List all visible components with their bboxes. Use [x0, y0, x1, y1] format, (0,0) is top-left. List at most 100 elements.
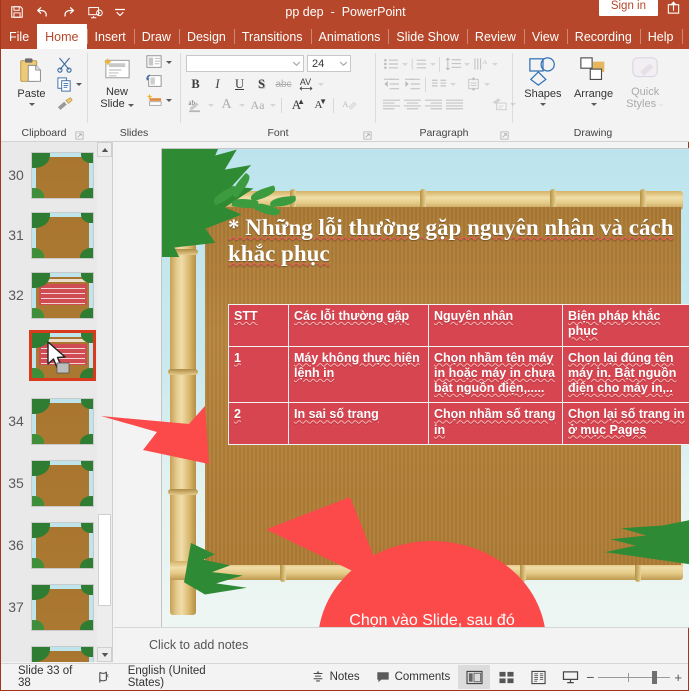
save-icon[interactable]: [5, 1, 29, 23]
layout-button[interactable]: [145, 54, 172, 70]
font-size-chevron-down-icon[interactable]: [339, 59, 348, 68]
font-color-caret-icon[interactable]: [239, 103, 245, 107]
bullets-caret-icon[interactable]: [402, 62, 408, 66]
section-button[interactable]: [145, 92, 172, 108]
undo-icon[interactable]: [31, 1, 55, 23]
tab-recording[interactable]: Recording: [566, 24, 640, 49]
slide-thumbnail-37[interactable]: [31, 583, 94, 631]
redo-icon[interactable]: [57, 1, 81, 23]
language-indicator[interactable]: English (United States): [120, 664, 241, 691]
underline-button[interactable]: U: [230, 75, 249, 93]
tab-insert[interactable]: Insert: [86, 24, 134, 49]
notes-button[interactable]: Notes: [303, 664, 368, 691]
shapes-caret-icon[interactable]: [539, 103, 546, 106]
line-spacing-caret-icon[interactable]: [464, 62, 470, 66]
decrease-font-size-button[interactable]: A ▼: [309, 96, 328, 114]
zoom-knob[interactable]: [652, 670, 658, 684]
copy-dropdown-caret-icon[interactable]: [76, 83, 82, 86]
slide-thumbnail-30[interactable]: [31, 151, 94, 199]
notes-pane[interactable]: Click to add notes: [114, 627, 688, 662]
zoom-track[interactable]: [598, 670, 671, 684]
change-case-button[interactable]: Aa: [248, 96, 267, 114]
tell-me-lightbulb-icon[interactable]: [681, 24, 689, 49]
text-direction-button[interactable]: A: [471, 55, 491, 73]
tab-design[interactable]: Design: [178, 24, 234, 49]
sign-in-button[interactable]: Sign in: [598, 0, 658, 17]
numbering-caret-icon[interactable]: [430, 62, 436, 66]
zoom-out-button[interactable]: −: [586, 669, 594, 685]
customize-quick-access-toolbar-icon[interactable]: [109, 1, 133, 23]
shapes-button[interactable]: Shapes: [521, 54, 565, 106]
numbering-button[interactable]: 123: [409, 55, 429, 73]
tab-home[interactable]: Home: [37, 24, 87, 49]
tab-review[interactable]: Review: [466, 24, 524, 49]
paragraph-dialog-launcher-icon[interactable]: [500, 131, 509, 140]
paste-dropdown-caret-icon[interactable]: [28, 103, 35, 106]
bullets-button[interactable]: [381, 55, 401, 73]
clear-all-formatting-button[interactable]: A: [339, 96, 358, 114]
columns-button[interactable]: [429, 75, 449, 93]
slide-thumbnail-38[interactable]: [31, 645, 94, 662]
text-highlight-color-button[interactable]: ab: [186, 96, 205, 114]
slide-thumbnail-34[interactable]: [31, 397, 94, 445]
align-left-button[interactable]: [381, 95, 401, 113]
reset-button[interactable]: [145, 73, 172, 89]
increase-indent-button[interactable]: [402, 75, 422, 93]
slide-editing-stage[interactable]: * Những lỗi thường gặp nguyên nhân và cá…: [114, 142, 689, 662]
font-size-input[interactable]: 24: [307, 55, 351, 72]
arrange-button[interactable]: Arrange: [569, 54, 619, 106]
zoom-in-button[interactable]: +: [674, 670, 682, 685]
new-slide-caret-icon[interactable]: [127, 104, 134, 107]
current-slide[interactable]: * Những lỗi thường gặp nguyên nhân và cá…: [161, 148, 689, 628]
tab-transitions[interactable]: Transitions: [233, 24, 311, 49]
cut-button[interactable]: [56, 56, 82, 73]
align-text-button[interactable]: [463, 75, 483, 93]
new-slide-button[interactable]: New Slide: [93, 54, 141, 110]
font-name-input[interactable]: [186, 55, 304, 72]
columns-caret-icon[interactable]: [450, 82, 456, 86]
slide-thumbnail-36[interactable]: [31, 521, 94, 569]
paste-button[interactable]: Paste: [9, 54, 54, 106]
slide-thumbnail-35[interactable]: [31, 459, 94, 507]
quick-styles-button[interactable]: Quick Styles: [622, 54, 668, 110]
font-dialog-launcher-icon[interactable]: [363, 131, 372, 140]
text-shadow-button[interactable]: S: [252, 75, 271, 93]
line-spacing-button[interactable]: [443, 55, 463, 73]
clipboard-dialog-launcher-icon[interactable]: [75, 131, 84, 140]
tab-file[interactable]: File: [1, 24, 37, 49]
slide-thumbnail-31[interactable]: [31, 211, 94, 259]
bold-button[interactable]: B: [186, 75, 205, 93]
tab-help[interactable]: Help: [639, 24, 682, 49]
slide-content-table[interactable]: STT Các lỗi thường gặp Nguyên nhân Biện …: [228, 304, 689, 445]
format-painter-button[interactable]: [56, 96, 82, 113]
share-icon[interactable]: [662, 0, 684, 18]
character-spacing-caret-icon[interactable]: [318, 82, 324, 86]
slide-counter[interactable]: Slide 33 of 38: [1, 664, 89, 691]
slide-thumbnail-panel[interactable]: 30 31 32 34 35 36 37: [1, 142, 113, 662]
decrease-indent-button[interactable]: [381, 75, 401, 93]
italic-button[interactable]: I: [208, 75, 227, 93]
scroll-up-arrow-icon[interactable]: [97, 142, 112, 157]
slide-title[interactable]: * Những lỗi thường gặp nguyên nhân và cá…: [228, 215, 677, 267]
reading-view-button[interactable]: [522, 665, 554, 689]
quick-styles-caret-icon[interactable]: [658, 104, 665, 107]
increase-font-size-button[interactable]: A ▲: [287, 96, 306, 114]
comments-button[interactable]: Comments: [368, 664, 459, 691]
start-from-beginning-icon[interactable]: [83, 1, 107, 23]
tab-draw[interactable]: Draw: [133, 24, 179, 49]
accessibility-checker-button[interactable]: x: [89, 664, 120, 691]
slide-sorter-view-button[interactable]: [490, 665, 522, 689]
change-case-caret-icon[interactable]: [270, 103, 276, 107]
align-right-button[interactable]: [423, 95, 443, 113]
scroll-down-arrow-icon[interactable]: [97, 647, 112, 662]
strikethrough-button[interactable]: abc: [274, 75, 293, 93]
arrange-caret-icon[interactable]: [590, 103, 597, 106]
slide-thumbnail-33-selected[interactable]: [29, 329, 96, 381]
align-text-caret-icon[interactable]: [484, 82, 490, 86]
highlight-caret-icon[interactable]: [208, 103, 214, 107]
tab-slide-show[interactable]: Slide Show: [388, 24, 467, 49]
thumbnail-scrollbar[interactable]: [97, 142, 112, 662]
copy-button[interactable]: [56, 76, 82, 93]
zoom-slider[interactable]: − +: [586, 669, 688, 685]
align-center-button[interactable]: [402, 95, 422, 113]
